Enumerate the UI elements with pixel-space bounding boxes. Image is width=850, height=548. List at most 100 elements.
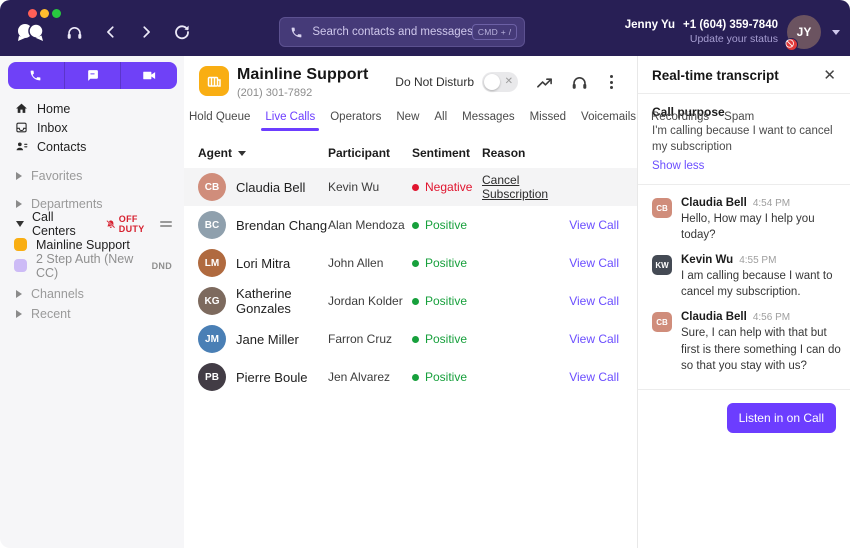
view-call-link[interactable]: View Call bbox=[569, 256, 619, 270]
inbox-icon bbox=[14, 121, 29, 134]
analytics-icon[interactable] bbox=[536, 74, 553, 91]
call-center-phone: (201) 301-7892 bbox=[237, 87, 368, 99]
user-menu[interactable]: Jenny Yu+1 (604) 359-7840 Update your st… bbox=[625, 15, 840, 49]
collapsed-chevron-icon bbox=[16, 290, 22, 298]
new-video-button[interactable] bbox=[120, 62, 177, 89]
table-row[interactable]: CB Claudia Bell Kevin Wu Negative Cancel… bbox=[184, 168, 637, 206]
user-menu-caret-icon[interactable] bbox=[832, 30, 840, 35]
agent-avatar: JM bbox=[198, 325, 226, 353]
more-options-icon[interactable] bbox=[606, 73, 617, 91]
new-message-button[interactable] bbox=[64, 62, 121, 89]
sentiment-dot-icon bbox=[412, 260, 419, 267]
sort-caret-icon bbox=[238, 151, 246, 156]
listen-headset-icon[interactable] bbox=[571, 74, 588, 91]
sidebar-item-contacts[interactable]: Contacts bbox=[0, 137, 184, 156]
transcript-message: CB Claudia Bell4:54 PM Hello, How may I … bbox=[652, 197, 842, 243]
agent-name: Claudia Bell bbox=[236, 180, 305, 195]
sentiment-dot-icon bbox=[412, 222, 419, 229]
speaker-avatar: CB bbox=[652, 312, 672, 332]
listen-in-on-call-button[interactable]: Listen in on Call bbox=[727, 403, 836, 433]
reorder-grip-icon[interactable] bbox=[160, 221, 172, 227]
bell-off-icon bbox=[106, 219, 116, 230]
sidebar-item-inbox[interactable]: Inbox bbox=[0, 118, 184, 137]
tab[interactable]: Missed bbox=[529, 109, 567, 131]
search-input[interactable] bbox=[312, 26, 471, 38]
view-call-link[interactable]: View Call bbox=[569, 370, 619, 384]
sidebar-group-recent[interactable]: Recent bbox=[0, 304, 184, 324]
tab[interactable]: Operators bbox=[329, 109, 382, 131]
tab[interactable]: Messages bbox=[461, 109, 515, 131]
headset-icon[interactable] bbox=[66, 24, 83, 41]
tab[interactable]: All bbox=[433, 109, 448, 131]
refresh-icon[interactable] bbox=[174, 24, 190, 40]
call-center-icon bbox=[199, 66, 229, 96]
agent-name: Pierre Boule bbox=[236, 370, 308, 385]
tab[interactable]: Recordings bbox=[650, 109, 710, 131]
participant-name: John Allen bbox=[328, 256, 412, 270]
contacts-icon bbox=[14, 140, 29, 153]
table-row[interactable]: BC Brendan Chang Alan Mendoza Positive V… bbox=[184, 206, 637, 244]
view-call-link[interactable]: View Call bbox=[569, 332, 619, 346]
agent-avatar: LM bbox=[198, 249, 226, 277]
dnd-toggle[interactable]: ✕ bbox=[482, 72, 518, 92]
show-less-link[interactable]: Show less bbox=[652, 160, 838, 172]
table-row[interactable]: LM Lori Mitra John Allen Positive View C… bbox=[184, 244, 637, 282]
collapsed-chevron-icon bbox=[16, 310, 22, 318]
home-icon bbox=[14, 102, 29, 115]
agent-name: Jane Miller bbox=[236, 332, 299, 347]
tab[interactable]: Voicemails bbox=[580, 109, 637, 131]
update-status-link[interactable]: Update your status bbox=[625, 33, 778, 47]
user-avatar[interactable]: JY ⃠ bbox=[787, 15, 821, 49]
participant-name: Farron Cruz bbox=[328, 332, 412, 346]
column-header-sentiment: Sentiment bbox=[412, 146, 482, 160]
sidebar-call-center-item[interactable]: 2 Step Auth (New CC) DND bbox=[0, 255, 184, 276]
agent-avatar: BC bbox=[198, 211, 226, 239]
main-panel: Mainline Support (201) 301-7892 Do Not D… bbox=[184, 56, 637, 548]
page-title: Mainline Support bbox=[237, 66, 368, 84]
view-call-link[interactable]: View Call bbox=[569, 294, 619, 308]
window-controls[interactable] bbox=[28, 9, 61, 18]
column-header-participant: Participant bbox=[328, 146, 412, 160]
table-row[interactable]: PB Pierre Boule Jen Alvarez Positive Vie… bbox=[184, 358, 637, 396]
dnd-toggle-label: Do Not Disturb bbox=[395, 75, 474, 89]
transcript-title: Real-time transcript bbox=[652, 68, 779, 83]
topbar: CMD + / Jenny Yu+1 (604) 359-7840 Update… bbox=[0, 0, 850, 56]
sentiment-dot-icon bbox=[412, 184, 419, 191]
dnd-status-badge: ⃠ bbox=[785, 38, 798, 51]
table-row[interactable]: KG Katherine Gonzales Jordan Kolder Posi… bbox=[184, 282, 637, 320]
table-row[interactable]: JM Jane Miller Farron Cruz Positive View… bbox=[184, 320, 637, 358]
agent-name: Lori Mitra bbox=[236, 256, 290, 271]
calls-table: CB Claudia Bell Kevin Wu Negative Cancel… bbox=[184, 168, 637, 396]
sidebar-group-channels[interactable]: Channels bbox=[0, 284, 184, 304]
sentiment-badge: Positive bbox=[412, 218, 482, 232]
minimize-window-button[interactable] bbox=[40, 9, 49, 18]
forward-icon[interactable] bbox=[139, 25, 153, 39]
transcript-message: CB Claudia Bell4:56 PM Sure, I can help … bbox=[652, 311, 842, 373]
tab[interactable]: Hold Queue bbox=[188, 109, 251, 131]
column-header-agent[interactable]: Agent bbox=[198, 146, 328, 160]
transcript-message: KW Kevin Wu4:55 PM I am calling because … bbox=[652, 254, 842, 300]
reason-link[interactable]: Cancel Subscription bbox=[482, 173, 548, 201]
zoom-window-button[interactable] bbox=[52, 9, 61, 18]
expanded-chevron-icon bbox=[16, 221, 24, 227]
back-icon[interactable] bbox=[104, 25, 118, 39]
participant-name: Jordan Kolder bbox=[328, 294, 412, 308]
close-icon[interactable]: ✕ bbox=[821, 68, 838, 83]
participant-name: Kevin Wu bbox=[328, 180, 412, 194]
speaker-name: Claudia Bell bbox=[681, 311, 747, 323]
agent-name: Katherine Gonzales bbox=[236, 286, 328, 316]
sidebar-group-call-centers[interactable]: Call Centers OFF DUTY bbox=[0, 214, 184, 234]
search-bar[interactable]: CMD + / bbox=[279, 17, 525, 47]
sentiment-badge: Positive bbox=[412, 294, 482, 308]
new-call-button[interactable] bbox=[8, 62, 64, 89]
tab[interactable]: New bbox=[395, 109, 420, 131]
view-call-link[interactable]: View Call bbox=[569, 218, 619, 232]
app-window: CMD + / Jenny Yu+1 (604) 359-7840 Update… bbox=[0, 0, 850, 548]
close-window-button[interactable] bbox=[28, 9, 37, 18]
sidebar-item-home[interactable]: Home bbox=[0, 99, 184, 118]
sidebar: Home Inbox Contacts Favorites Department… bbox=[0, 56, 184, 548]
tab[interactable]: Live Calls bbox=[264, 109, 316, 131]
sidebar-group-favorites[interactable]: Favorites bbox=[0, 166, 184, 186]
agent-avatar: KG bbox=[198, 287, 226, 315]
tab[interactable]: Spam bbox=[723, 109, 755, 131]
